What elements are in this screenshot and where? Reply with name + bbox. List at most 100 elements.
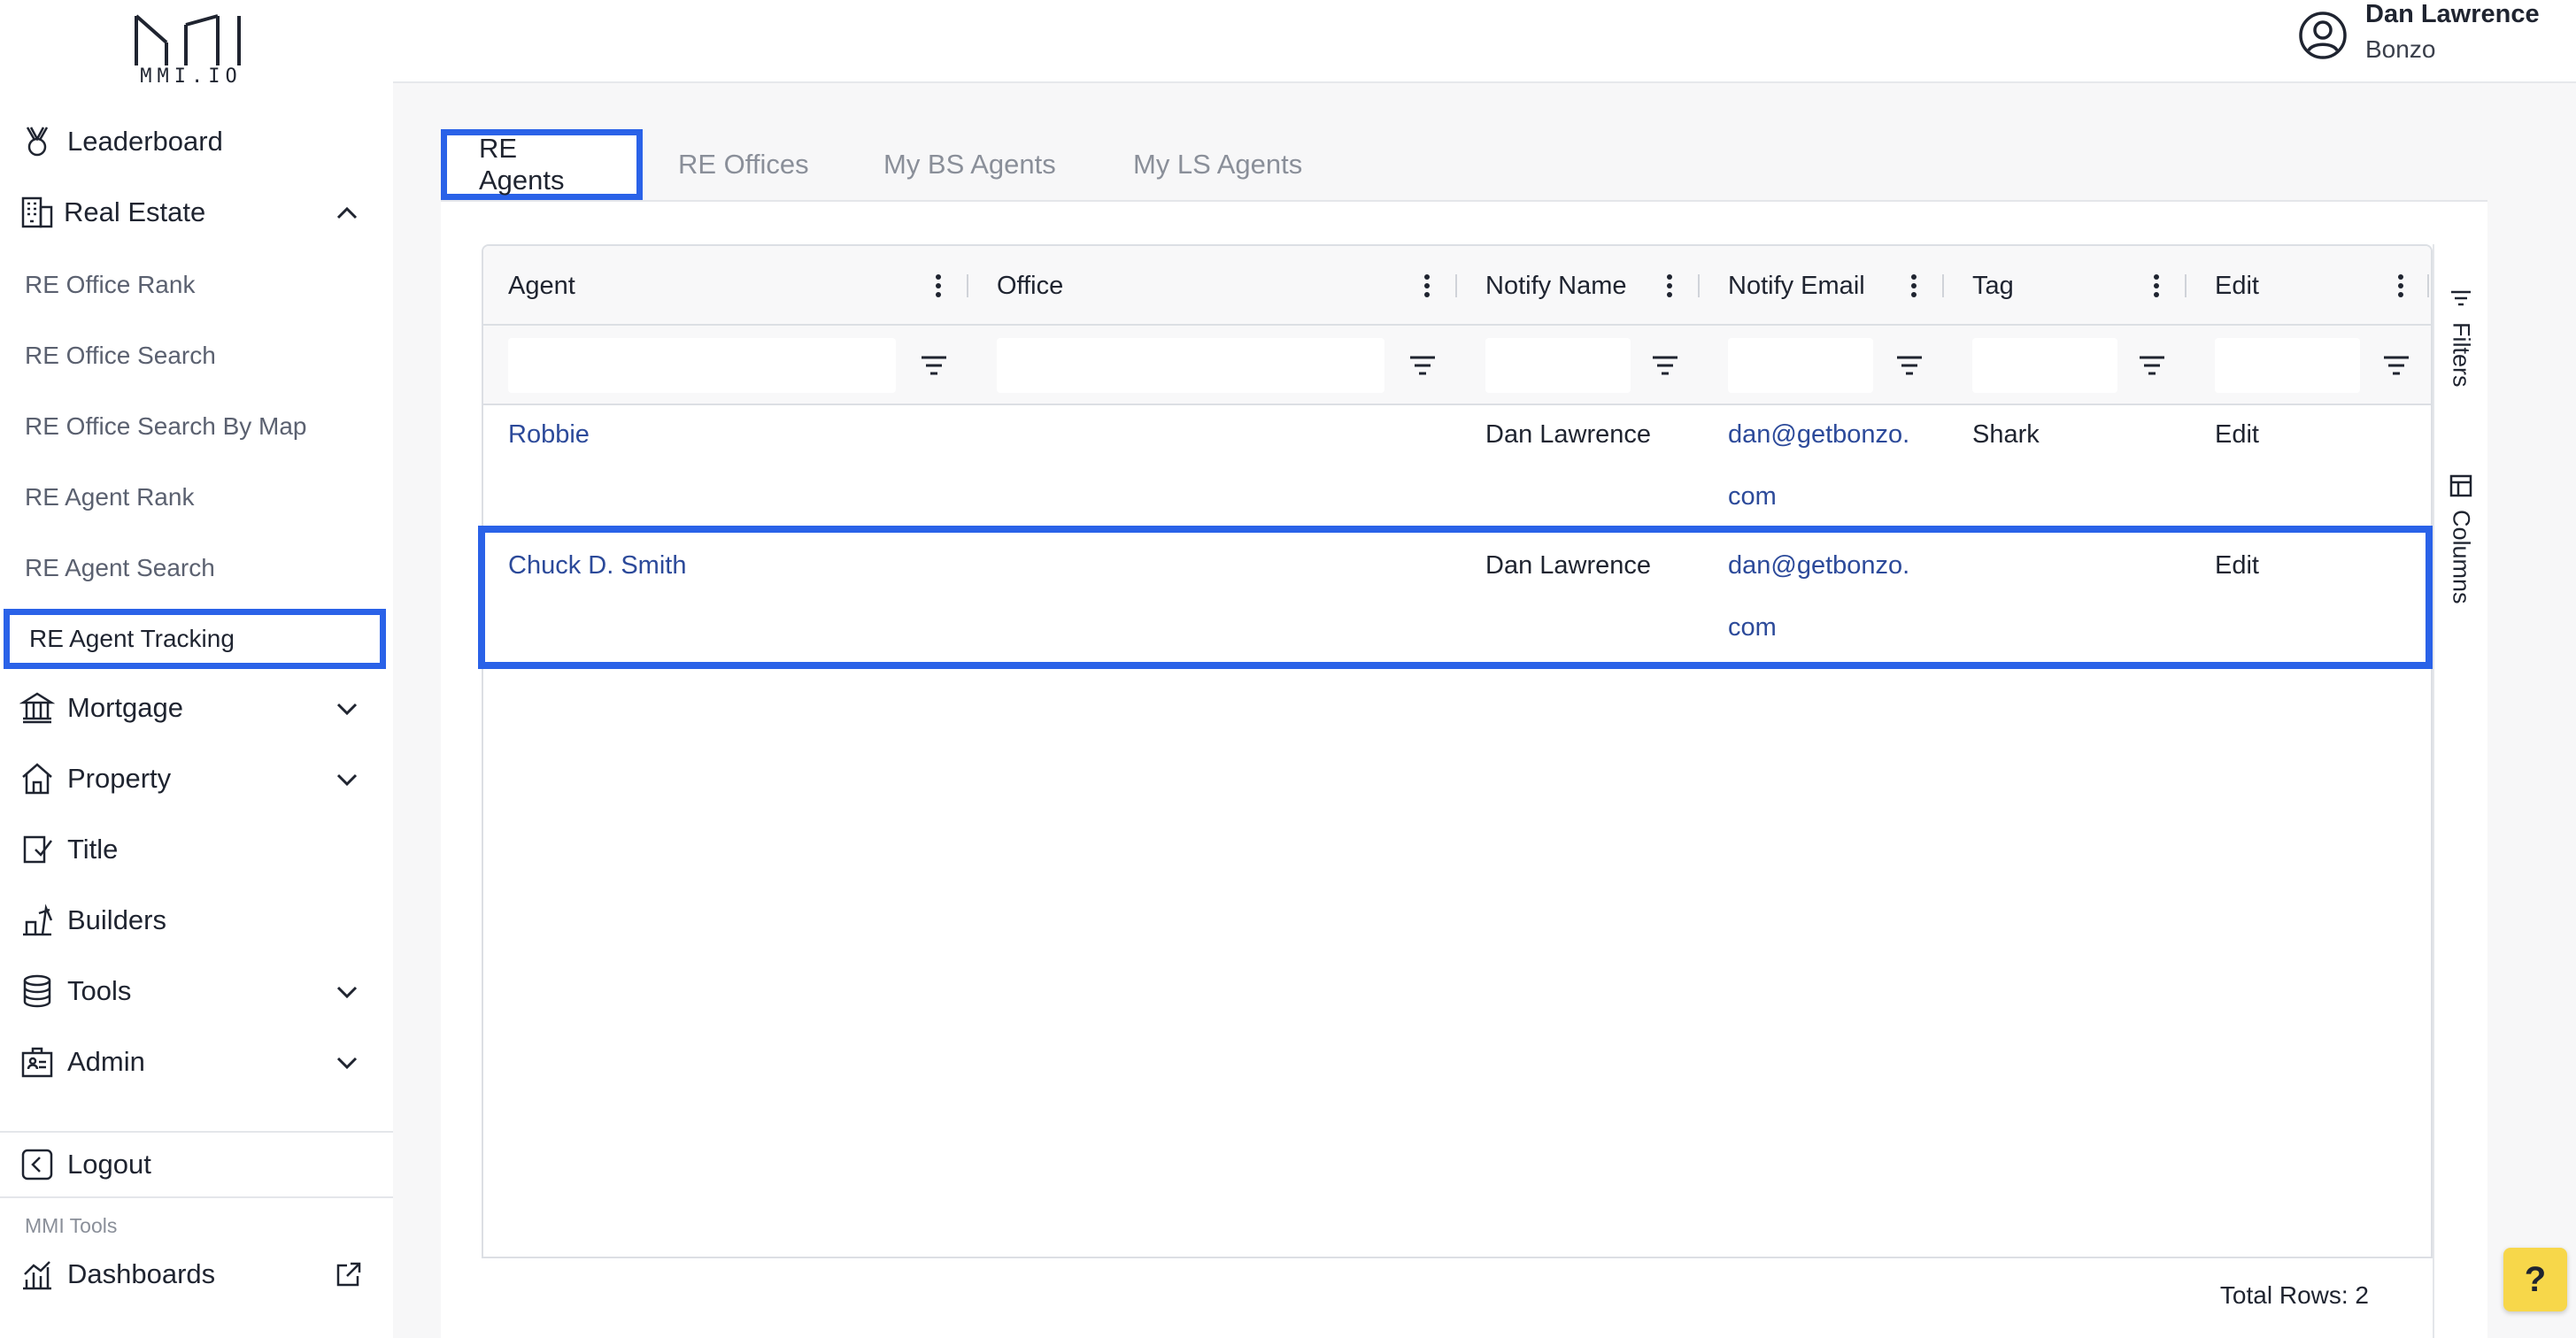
sidebar-item-real-estate[interactable]: Real Estate	[0, 186, 393, 239]
filter-icon[interactable]	[1893, 349, 1926, 382]
sidebar-item-tools[interactable]: Tools	[0, 965, 393, 1018]
edit-link[interactable]: Edit	[2215, 404, 2259, 465]
filter-input-agent[interactable]	[508, 338, 896, 393]
tab-my-bs-agents[interactable]: My BS Agents	[883, 129, 1056, 200]
sidebar-item-label: Title	[67, 834, 119, 865]
filters-tool-label: Filters	[2448, 322, 2475, 388]
sidebar-subitem-label: RE Agent Tracking	[29, 625, 235, 652]
user-org: Bonzo	[2365, 35, 2436, 63]
columns-tool-button[interactable]: Columns	[2441, 473, 2480, 604]
chevron-down-icon[interactable]	[329, 973, 365, 1009]
user-avatar-icon[interactable]	[2296, 9, 2349, 62]
tag-cell: Shark	[1972, 420, 2040, 449]
column-header-tag[interactable]: Tag	[1972, 246, 2014, 326]
admin-badge-icon	[18, 1042, 57, 1081]
column-menu-icon[interactable]	[1661, 266, 1678, 305]
filter-input-edit[interactable]	[2215, 338, 2360, 393]
sidebar-item-property[interactable]: Property	[0, 752, 393, 805]
tab-re-agents[interactable]: RE Agents	[441, 129, 643, 200]
filter-icon[interactable]	[1406, 349, 1439, 382]
column-header-agent[interactable]: Agent	[508, 246, 575, 326]
filter-icon[interactable]	[917, 349, 951, 382]
sidebar-item-label: Real Estate	[64, 196, 206, 227]
title-certificate-icon	[18, 830, 57, 869]
columns-icon	[2449, 474, 2472, 497]
grid-filter-row	[483, 326, 2431, 405]
sidebar-item-admin[interactable]: Admin	[0, 1035, 393, 1088]
filter-input-notify-name[interactable]	[1485, 338, 1631, 393]
logout-button[interactable]: Logout	[0, 1138, 393, 1191]
sidebar-item-label: Admin	[67, 1046, 145, 1077]
column-separator[interactable]	[1698, 274, 1700, 297]
column-menu-icon[interactable]	[2148, 266, 2165, 305]
sidebar-subitem-re-office-search-by-map[interactable]: RE Office Search By Map	[0, 400, 393, 453]
sidebar-subitem-re-agent-rank[interactable]: RE Agent Rank	[0, 471, 393, 524]
sidebar: MMI.IO Leaderboard Real Estate RE Office…	[0, 0, 393, 1338]
sidebar-item-label: Property	[67, 763, 172, 794]
chevron-up-icon[interactable]	[329, 195, 365, 230]
sidebar-subitem-re-office-rank[interactable]: RE Office Rank	[0, 258, 393, 311]
filter-input-office[interactable]	[997, 338, 1384, 393]
column-separator[interactable]	[2185, 274, 2187, 297]
sidebar-item-label: Mortgage	[67, 692, 183, 723]
sidebar-item-leaderboard[interactable]: Leaderboard	[0, 115, 393, 168]
sidebar-subitem-re-agent-search[interactable]: RE Agent Search	[0, 542, 393, 595]
total-rows-count: Total Rows: 2	[2219, 1281, 2369, 1309]
chevron-down-icon[interactable]	[329, 761, 365, 796]
tab-re-offices[interactable]: RE Offices	[678, 129, 809, 200]
sidebar-item-label: Builders	[67, 904, 166, 935]
column-header-notify-email[interactable]: Notify Email	[1728, 246, 1865, 326]
column-menu-icon[interactable]	[929, 266, 947, 305]
filter-icon	[2451, 290, 2471, 306]
column-menu-icon[interactable]	[1905, 266, 1923, 305]
logo-text: MMI.IO	[140, 65, 243, 88]
data-grid: Agent Office Notify Name Notify Email Ta…	[482, 244, 2433, 1338]
column-header-office[interactable]: Office	[997, 246, 1063, 326]
filter-icon[interactable]	[2135, 349, 2169, 382]
sidebar-item-label: Dashboards	[67, 1258, 216, 1289]
column-separator[interactable]	[1455, 274, 1457, 297]
bar-chart-icon	[18, 1255, 57, 1294]
filter-icon[interactable]	[2379, 349, 2413, 382]
filter-input-tag[interactable]	[1972, 338, 2117, 393]
selected-row-highlight	[478, 526, 2433, 669]
columns-tool-label: Columns	[2448, 510, 2475, 604]
filter-icon[interactable]	[1648, 349, 1682, 382]
sidebar-item-title[interactable]: Title	[0, 823, 393, 876]
sidebar-divider	[0, 1196, 393, 1198]
sidebar-subitem-label: RE Office Search By Map	[25, 412, 307, 440]
external-link-icon[interactable]	[333, 1258, 365, 1290]
column-menu-icon[interactable]	[2392, 266, 2410, 305]
sidebar-item-label: Tools	[67, 975, 132, 1006]
sidebar-item-dashboards[interactable]: Dashboards	[0, 1248, 393, 1301]
agent-link[interactable]: Robbie	[508, 404, 590, 465]
column-header-notify-name[interactable]: Notify Name	[1485, 246, 1627, 326]
chevron-down-icon[interactable]	[329, 1044, 365, 1080]
filter-input-notify-email[interactable]	[1728, 338, 1873, 393]
column-menu-icon[interactable]	[1418, 266, 1436, 305]
user-name: Dan Lawrence	[2365, 0, 2540, 28]
home-icon	[18, 759, 57, 798]
grid-header-row: Agent Office Notify Name Notify Email Ta…	[483, 246, 2431, 326]
medal-icon	[18, 122, 57, 161]
builders-crane-icon	[18, 901, 57, 940]
tab-my-ls-agents[interactable]: My LS Agents	[1133, 129, 1302, 200]
column-header-edit[interactable]: Edit	[2215, 246, 2259, 326]
sidebar-item-builders[interactable]: Builders	[0, 894, 393, 947]
logout-label: Logout	[67, 1149, 151, 1180]
database-icon	[18, 972, 57, 1011]
sidebar-subitem-re-agent-tracking[interactable]: RE Agent Tracking	[4, 609, 386, 669]
building-icon	[18, 193, 57, 232]
chevron-down-icon[interactable]	[329, 690, 365, 726]
sidebar-subitem-re-office-search[interactable]: RE Office Search	[0, 329, 393, 382]
notify-email-cell[interactable]: dan@getbonzo.	[1728, 404, 1909, 465]
filters-tool-button[interactable]: Filters	[2441, 285, 2480, 388]
help-button[interactable]: ?	[2503, 1248, 2567, 1311]
sidebar-item-mortgage[interactable]: Mortgage	[0, 681, 393, 734]
notify-email-cell-wrap[interactable]: com	[1728, 465, 1777, 527]
sidebar-subitem-label: RE Office Search	[25, 342, 216, 369]
column-separator[interactable]	[1942, 274, 1944, 297]
column-separator[interactable]	[2427, 274, 2429, 297]
column-separator[interactable]	[967, 274, 968, 297]
mmi-tools-section-label: MMI Tools	[25, 1214, 118, 1237]
